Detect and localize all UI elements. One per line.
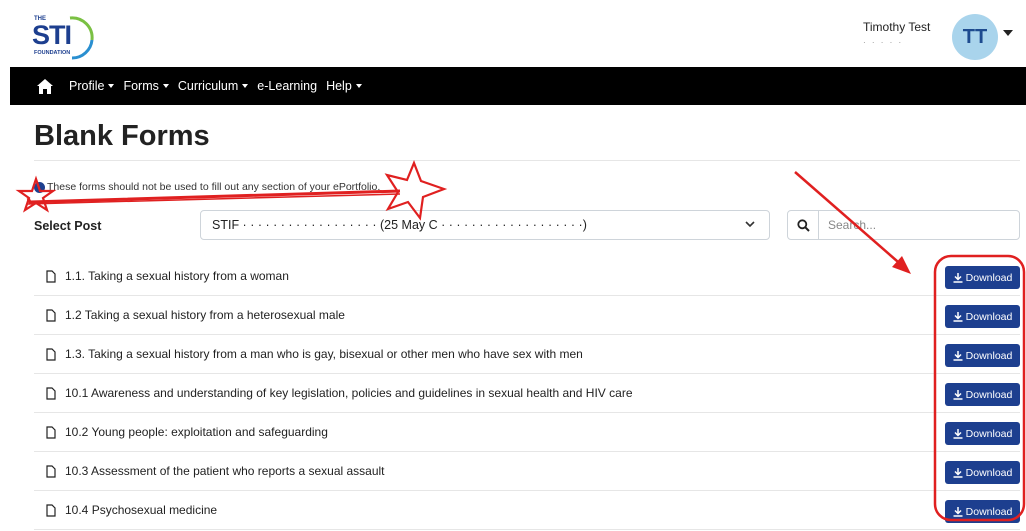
nav-item-curriculum[interactable]: Curriculum [177,79,249,93]
user-name[interactable]: Timothy Test [863,20,930,34]
info-text: These forms should not be used to fill o… [47,181,381,193]
nav-item-profile[interactable]: Profile [69,79,115,93]
sti-foundation-logo[interactable]: THE STI FOUNDATION [32,14,102,60]
list-item: 10.1 Awareness and understanding of key … [34,374,1020,413]
info-icon [34,181,45,193]
download-icon [953,389,963,400]
download-icon [953,506,963,517]
file-icon [46,464,56,478]
download-label: Download [965,427,1013,440]
file-icon [46,308,56,322]
form-title: 10.4 Psychosexual medicine [65,503,218,517]
logo-sub-text: FOUNDATION [34,50,71,56]
download-icon [953,467,963,478]
post-select[interactable]: STIF · · · · · · · · · · · · · · · · · ·… [200,210,770,240]
caret-down-icon [242,84,249,88]
search-box [787,210,1020,240]
list-item: 1.1. Taking a sexual history from a woma… [34,257,1020,296]
caret-down-icon [108,84,115,88]
divider [34,160,1020,161]
download-icon [953,311,963,322]
form-list: 1.1. Taking a sexual history from a woma… [34,257,1020,530]
form-title: 1.2 Taking a sexual history from a heter… [65,308,345,322]
download-button[interactable]: Download [945,344,1020,367]
form-title: 10.1 Awareness and understanding of key … [65,386,633,400]
download-label: Download [965,310,1013,323]
caret-down-icon [162,84,169,88]
list-item: 1.2 Taking a sexual history from a heter… [34,296,1020,335]
download-label: Download [965,349,1013,362]
download-icon [953,272,963,283]
page-title: Blank Forms [34,120,210,152]
main-nav: Profile Forms Curriculum e-Learning Help [10,67,1026,105]
nav-item-forms[interactable]: Forms [123,79,169,93]
info-notice: These forms should not be used to fill o… [34,181,380,193]
file-icon [46,347,56,361]
nav-item-help[interactable]: Help [326,79,362,93]
download-button[interactable]: Download [945,422,1020,445]
form-title: 1.3. Taking a sexual history from a man … [65,347,583,361]
file-icon [46,425,56,439]
list-item: 10.2 Young people: exploitation and safe… [34,413,1020,452]
download-button[interactable]: Download [945,500,1020,523]
select-post-label: Select Post [34,219,102,233]
page: THE STI FOUNDATION Timothy Test · · · · … [0,0,1026,531]
nav-item-label: Profile [69,79,105,93]
form-title: 10.2 Young people: exploitation and safe… [65,425,328,439]
download-label: Download [965,271,1013,284]
home-icon[interactable] [35,76,55,96]
logo-main-text: STI [32,20,72,50]
download-label: Download [965,505,1013,518]
post-select-value: STIF · · · · · · · · · · · · · · · · · ·… [212,218,587,232]
download-button[interactable]: Download [945,305,1020,328]
nav-item-elearning[interactable]: e-Learning [257,79,317,93]
nav-item-label: Curriculum [177,79,239,93]
nav-item-label: e-Learning [257,79,318,93]
download-icon [953,350,963,361]
download-label: Download [965,388,1013,401]
search-icon[interactable] [788,211,819,239]
caret-down-icon [355,84,362,88]
list-item: 10.4 Psychosexual medicine Download [34,491,1020,530]
list-item: 10.3 Assessment of the patient who repor… [34,452,1020,491]
header: THE STI FOUNDATION Timothy Test · · · · … [0,0,1026,67]
search-input[interactable] [819,211,1009,239]
form-title: 1.1. Taking a sexual history from a woma… [65,269,289,283]
nav-item-label: Help [326,79,352,93]
avatar[interactable]: TT [952,14,998,60]
user-menu-caret-icon[interactable] [1003,30,1013,36]
file-icon [46,386,56,400]
nav-item-label: Forms [123,79,159,93]
download-button[interactable]: Download [945,266,1020,289]
user-subtitle: · · · · · [863,38,904,47]
download-label: Download [965,466,1013,479]
download-button[interactable]: Download [945,383,1020,406]
list-item: 1.3. Taking a sexual history from a man … [34,335,1020,374]
file-icon [46,503,56,517]
chevron-down-icon [745,221,755,228]
download-icon [953,428,963,439]
download-button[interactable]: Download [945,461,1020,484]
file-icon [46,269,56,283]
form-title: 10.3 Assessment of the patient who repor… [65,464,385,478]
